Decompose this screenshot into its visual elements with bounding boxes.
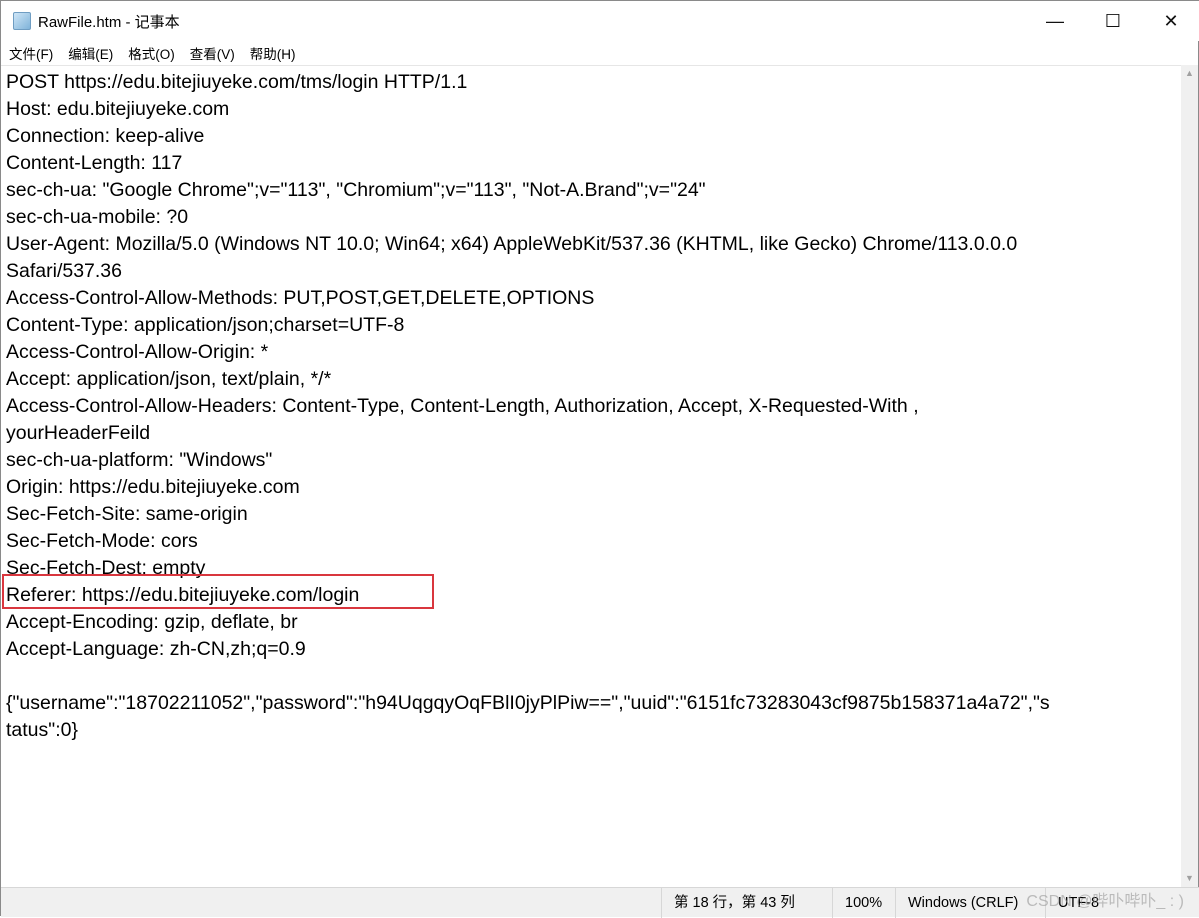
scroll-up-icon[interactable]: ▲ xyxy=(1181,65,1198,82)
text-line: tatus":0} xyxy=(6,719,78,741)
text-line: Origin: https://edu.bitejiuyeke.com xyxy=(6,476,300,498)
menu-help[interactable]: 帮助(H) xyxy=(242,43,303,63)
text-line: Content-Length: 117 xyxy=(6,152,183,174)
menu-edit[interactable]: 编辑(E) xyxy=(60,43,120,63)
text-line: sec-ch-ua-mobile: ?0 xyxy=(6,206,189,228)
referer-highlight-box xyxy=(2,574,434,609)
text-line: Accept: application/json, text/plain, */… xyxy=(6,368,332,390)
minimize-button[interactable]: — xyxy=(1026,1,1084,41)
text-line: Access-Control-Allow-Headers: Content-Ty… xyxy=(6,395,919,417)
text-line: {"username":"18702211052","password":"h9… xyxy=(6,692,1050,714)
text-editor[interactable]: POST https://edu.bitejiuyeke.com/tms/log… xyxy=(1,65,1183,887)
text-line: Content-Type: application/json;charset=U… xyxy=(6,314,405,336)
text-line: Access-Control-Allow-Methods: PUT,POST,G… xyxy=(6,287,595,309)
text-line: Access-Control-Allow-Origin: * xyxy=(6,341,269,363)
text-line: Accept-Encoding: gzip, deflate, br xyxy=(6,611,298,633)
text-line: Host: edu.bitejiuyeke.com xyxy=(6,98,230,120)
title-bar: RawFile.htm - 记事本 — ☐ ✕ xyxy=(1,1,1199,41)
status-bar: 第 18 行，第 43 列 100% Windows (CRLF) UTF-8 xyxy=(1,887,1199,918)
watermark: CSDN @哔卟哔卟_ : ) xyxy=(1026,893,1184,910)
text-line: Sec-Fetch-Site: same-origin xyxy=(6,503,248,525)
text-line: POST https://edu.bitejiuyeke.com/tms/log… xyxy=(6,71,468,93)
notepad-icon xyxy=(13,12,31,30)
menu-file[interactable]: 文件(F) xyxy=(1,43,60,63)
line-ending: Windows (CRLF) xyxy=(895,887,1045,918)
scroll-down-icon[interactable]: ▼ xyxy=(1181,870,1198,887)
text-line: Sec-Fetch-Mode: cors xyxy=(6,530,198,552)
menu-format[interactable]: 格式(O) xyxy=(120,43,182,63)
text-line: User-Agent: Mozilla/5.0 (Windows NT 10.0… xyxy=(6,233,1018,255)
text-line: Connection: keep-alive xyxy=(6,125,205,147)
text-line: sec-ch-ua-platform: "Windows" xyxy=(6,449,273,471)
menu-view[interactable]: 查看(V) xyxy=(182,43,242,63)
cursor-position: 第 18 行，第 43 列 xyxy=(661,887,832,918)
text-line xyxy=(6,663,1183,690)
text-line: yourHeaderFeild xyxy=(6,422,151,444)
menu-bar: 文件(F) 编辑(E) 格式(O) 查看(V) 帮助(H) xyxy=(1,41,303,65)
zoom-level: 100% xyxy=(832,887,895,918)
window-title: RawFile.htm - 记事本 xyxy=(38,13,180,31)
close-button[interactable]: ✕ xyxy=(1142,1,1199,41)
text-line: Accept-Language: zh-CN,zh;q=0.9 xyxy=(6,638,306,660)
maximize-button[interactable]: ☐ xyxy=(1084,1,1142,41)
text-line: sec-ch-ua: "Google Chrome";v="113", "Chr… xyxy=(6,179,706,201)
text-line: Safari/537.36 xyxy=(6,260,123,282)
vertical-scrollbar[interactable]: ▲ ▼ xyxy=(1181,65,1198,887)
